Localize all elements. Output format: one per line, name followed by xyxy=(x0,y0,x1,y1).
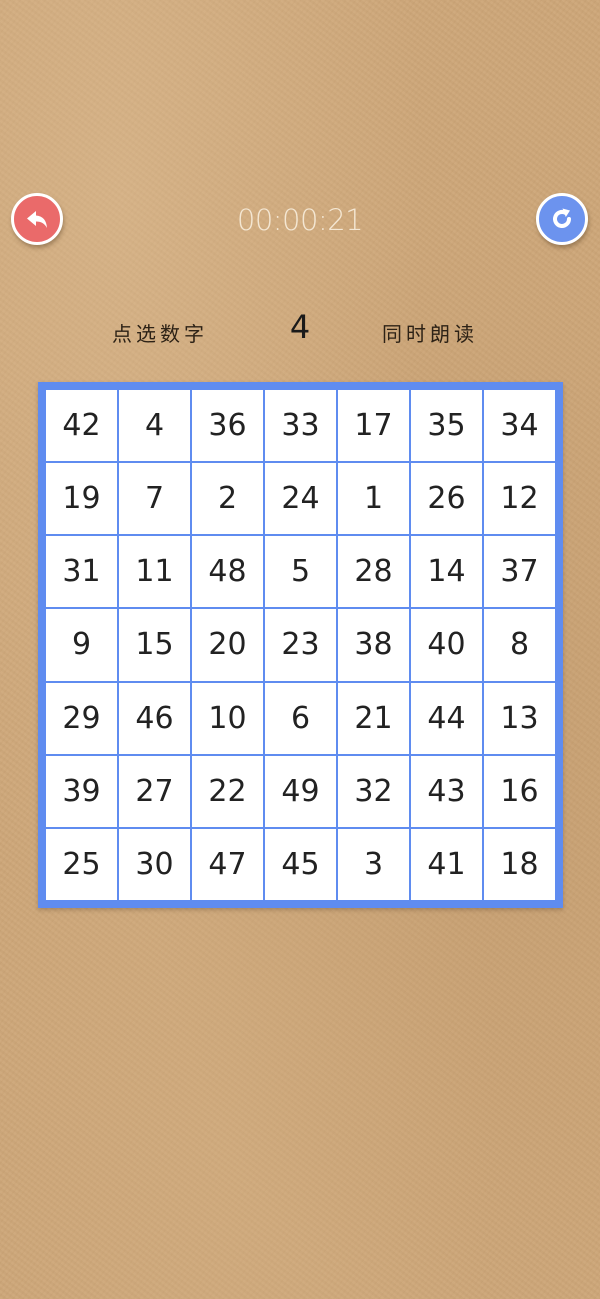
grid-cell[interactable]: 29 xyxy=(46,682,117,754)
target-number: 4 xyxy=(289,308,311,346)
grid-cell[interactable]: 11 xyxy=(119,536,190,608)
grid-cell[interactable]: 40 xyxy=(411,609,482,681)
grid-cell[interactable]: 15 xyxy=(119,609,190,681)
grid-cell[interactable]: 23 xyxy=(265,609,336,681)
grid-cell[interactable]: 37 xyxy=(484,536,555,608)
grid-cell[interactable]: 26 xyxy=(411,463,482,535)
grid-cell[interactable]: 39 xyxy=(46,755,117,827)
grid-cell[interactable]: 3 xyxy=(338,828,409,900)
grid-cell[interactable]: 21 xyxy=(338,682,409,754)
grid-cell[interactable]: 44 xyxy=(411,682,482,754)
grid-cell[interactable]: 2 xyxy=(192,463,263,535)
grid-cell[interactable]: 20 xyxy=(192,609,263,681)
grid-cell[interactable]: 36 xyxy=(192,390,263,462)
grid-cell[interactable]: 7 xyxy=(119,463,190,535)
grid-cell[interactable]: 12 xyxy=(484,463,555,535)
number-grid: 42 4 36 33 17 35 34 19 7 2 24 1 26 12 31 11 48 5 28 14 37 9 15… xyxy=(46,390,555,900)
grid-cell[interactable]: 46 xyxy=(119,682,190,754)
grid-cell[interactable]: 49 xyxy=(265,755,336,827)
timer: 00:00:21 xyxy=(236,203,364,237)
grid-cell[interactable]: 4 xyxy=(119,390,190,462)
grid-cell[interactable]: 34 xyxy=(484,390,555,462)
grid-cell[interactable]: 1 xyxy=(338,463,409,535)
grid-cell[interactable]: 9 xyxy=(46,609,117,681)
grid-cell[interactable]: 8 xyxy=(484,609,555,681)
grid-cell[interactable]: 47 xyxy=(192,828,263,900)
grid-cell[interactable]: 30 xyxy=(119,828,190,900)
grid-cell[interactable]: 27 xyxy=(119,755,190,827)
grid-cell[interactable]: 19 xyxy=(46,463,117,535)
grid-cell[interactable]: 35 xyxy=(411,390,482,462)
grid-cell[interactable]: 48 xyxy=(192,536,263,608)
grid-cell[interactable]: 32 xyxy=(338,755,409,827)
refresh-icon xyxy=(548,205,576,233)
grid-cell[interactable]: 43 xyxy=(411,755,482,827)
grid-cell[interactable]: 42 xyxy=(46,390,117,462)
grid-cell[interactable]: 28 xyxy=(338,536,409,608)
grid-cell[interactable]: 10 xyxy=(192,682,263,754)
instruction-left: 点选数字 xyxy=(112,322,208,346)
grid-cell[interactable]: 17 xyxy=(338,390,409,462)
grid-cell[interactable]: 16 xyxy=(484,755,555,827)
grid-cell[interactable]: 5 xyxy=(265,536,336,608)
grid-cell[interactable]: 24 xyxy=(265,463,336,535)
grid-cell[interactable]: 31 xyxy=(46,536,117,608)
reset-button[interactable] xyxy=(536,193,588,245)
instruction-right: 同时朗读 xyxy=(382,322,478,346)
grid-cell[interactable]: 6 xyxy=(265,682,336,754)
grid-cell[interactable]: 25 xyxy=(46,828,117,900)
grid-cell[interactable]: 38 xyxy=(338,609,409,681)
grid-cell[interactable]: 33 xyxy=(265,390,336,462)
grid-cell[interactable]: 14 xyxy=(411,536,482,608)
grid-cell[interactable]: 22 xyxy=(192,755,263,827)
grid-cell[interactable]: 18 xyxy=(484,828,555,900)
number-grid-board: 42 4 36 33 17 35 34 19 7 2 24 1 26 12 31 11 48 5 28 14 37 9 15… xyxy=(38,382,563,908)
grid-cell[interactable]: 41 xyxy=(411,828,482,900)
grid-cell[interactable]: 13 xyxy=(484,682,555,754)
grid-cell[interactable]: 45 xyxy=(265,828,336,900)
